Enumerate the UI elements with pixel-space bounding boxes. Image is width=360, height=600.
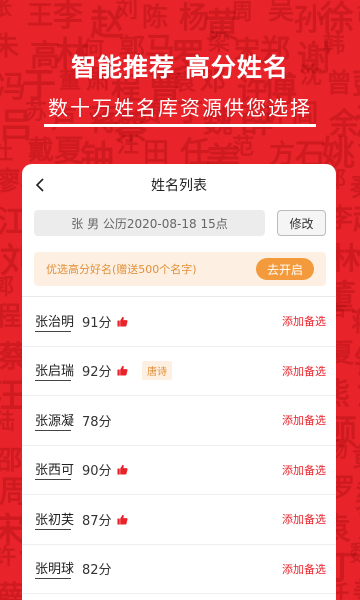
score-text: 90分 xyxy=(82,464,112,480)
name-list-card: 姓名列表 张 男 公历2020-08-18 15点 修改 优选高分好名(赠送50… xyxy=(22,164,336,600)
headline: 智能推荐 高分姓名 xyxy=(71,53,289,82)
name-text[interactable]: 张源凝 xyxy=(35,410,74,431)
thumbs-up-icon xyxy=(117,316,128,327)
name-text[interactable]: 张西可 xyxy=(35,459,74,481)
list-item: 张初芙 87分 添加备选 xyxy=(22,495,336,545)
query-row: 张 男 公历2020-08-18 15点 修改 xyxy=(22,206,336,236)
score-text: 87分 xyxy=(82,513,112,529)
add-to-candidates-link[interactable]: 添加备选 xyxy=(282,462,326,478)
promo-banner: 优选高分好名(赠送500个名字) 去开启 xyxy=(34,252,326,286)
name-text[interactable]: 张启瑞 xyxy=(35,360,74,382)
subheadline: 数十万姓名库资源供您选择 xyxy=(44,92,316,127)
chevron-left-icon[interactable] xyxy=(32,176,50,194)
name-text[interactable]: 张明球 xyxy=(35,558,74,580)
thumbs-up-icon xyxy=(117,514,128,525)
add-to-candidates-link[interactable]: 添加备选 xyxy=(282,363,326,379)
list-item: 张明球 82分 添加备选 xyxy=(22,545,336,594)
name-text[interactable]: 张治明 xyxy=(35,311,74,332)
query-info: 张 男 公历2020-08-18 15点 xyxy=(34,210,265,236)
add-to-candidates-link[interactable]: 添加备选 xyxy=(282,412,326,428)
add-to-candidates-link[interactable]: 添加备选 xyxy=(282,313,326,329)
name-list: 张治明 91分 添加备选 张启瑞 92分 唐诗 添加备选 张源凝 78分 添加备选 张西可 90分 添加… xyxy=(22,296,336,594)
nav-bar: 姓名列表 xyxy=(22,164,336,206)
add-to-candidates-link[interactable]: 添加备选 xyxy=(282,561,326,577)
score-text: 78分 xyxy=(82,414,112,430)
name-text[interactable]: 张初芙 xyxy=(35,509,74,530)
add-to-candidates-link[interactable]: 添加备选 xyxy=(282,511,326,527)
tag-badge: 唐诗 xyxy=(142,361,172,381)
promo-text: 优选高分好名(赠送500个名字) xyxy=(46,263,197,276)
thumbs-up-icon xyxy=(117,465,128,475)
thumbs-up-icon xyxy=(117,366,128,376)
modify-button[interactable]: 修改 xyxy=(277,210,326,236)
enable-button[interactable]: 去开启 xyxy=(256,258,314,280)
list-item: 张西可 90分 添加备选 xyxy=(22,446,336,495)
list-item: 张治明 91分 添加备选 xyxy=(22,297,336,347)
score-text: 82分 xyxy=(82,563,112,579)
score-text: 91分 xyxy=(82,315,112,331)
page-title: 姓名列表 xyxy=(151,178,207,194)
list-item: 张源凝 78分 添加备选 xyxy=(22,396,336,446)
score-text: 92分 xyxy=(82,365,112,381)
list-item: 张启瑞 92分 唐诗 添加备选 xyxy=(22,347,336,396)
